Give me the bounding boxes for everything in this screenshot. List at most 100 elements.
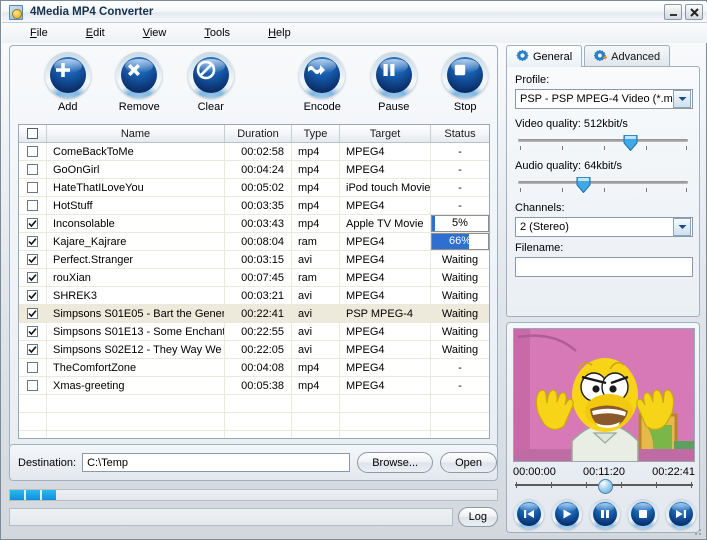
menu-item-view[interactable]: View (131, 25, 179, 41)
destination-input[interactable]: C:\Temp (82, 453, 351, 472)
row-checkbox-cell[interactable] (19, 178, 47, 197)
previous-button[interactable] (514, 499, 544, 529)
remove-button[interactable]: Remove (108, 52, 172, 113)
channels-chevron-down-icon[interactable] (673, 218, 691, 236)
row-checkbox[interactable] (27, 362, 38, 373)
row-checkbox[interactable] (27, 254, 38, 265)
filename-input[interactable] (515, 257, 693, 277)
table-row[interactable]: HotStuff 00:03:35 mp4 MPEG4 - (19, 196, 489, 215)
log-button[interactable]: Log (457, 507, 498, 527)
row-checkbox-cell[interactable] (19, 160, 47, 179)
table-row[interactable] (19, 430, 489, 438)
tab-advanced[interactable]: Advanced (584, 45, 671, 67)
table-row[interactable]: Simpsons S01E13 - Some Enchanted 00:22:55… (19, 322, 489, 341)
menu-file-mnemonic: F (30, 27, 37, 39)
row-checkbox-cell (19, 430, 47, 438)
row-checkbox-cell[interactable] (19, 232, 47, 251)
row-checkbox[interactable] (27, 182, 38, 193)
table-row[interactable]: Inconsolable 00:03:43 mp4 Apple TV Movie 5% (19, 214, 489, 233)
play-button[interactable] (552, 499, 582, 529)
table-row[interactable]: Kajare_Kajrare 00:08:04 ram MPEG4 66% (19, 232, 489, 251)
chevron-down-icon[interactable] (673, 90, 691, 108)
marquee-block (26, 490, 40, 500)
filename-label: Filename: (515, 242, 564, 254)
pause-player-button[interactable] (590, 499, 620, 529)
channels-select[interactable]: 2 (Stereo) (515, 217, 693, 237)
menu-help-rest: elp (276, 27, 291, 39)
column-header-type[interactable]: Type (292, 125, 340, 142)
row-checkbox[interactable] (27, 200, 38, 211)
audio-quality-knob[interactable] (576, 176, 591, 194)
seek-slider[interactable] (515, 479, 693, 495)
row-status-text: - (458, 361, 462, 374)
row-checkbox-cell[interactable] (19, 340, 47, 359)
menu-item-tools[interactable]: Tools (192, 25, 242, 41)
table-row[interactable]: rouXian 00:07:45 ram MPEG4 Waiting (19, 268, 489, 287)
add-button[interactable]: Add (36, 52, 100, 113)
table-row[interactable]: TheComfortZone 00:04:08 mp4 MPEG4 - (19, 358, 489, 377)
column-header-target[interactable]: Target (340, 125, 431, 142)
file-table: Name Duration Type Target Status ComeBac… (18, 124, 490, 439)
table-row[interactable]: SHREK3 00:03:21 avi MPEG4 Waiting (19, 286, 489, 305)
row-checkbox-cell[interactable] (19, 143, 47, 161)
table-row[interactable]: Xmas-greeting 00:05:38 mp4 MPEG4 - (19, 376, 489, 395)
profile-select[interactable]: PSP - PSP MPEG-4 Video (*.mp4) (515, 89, 693, 109)
menu-item-file[interactable]: File (18, 25, 60, 41)
row-checkbox[interactable] (27, 326, 38, 337)
stop-player-button[interactable] (628, 499, 658, 529)
row-checkbox-cell[interactable] (19, 268, 47, 287)
row-checkbox-cell[interactable] (19, 304, 47, 323)
plus-icon (45, 52, 81, 88)
row-checkbox-cell[interactable] (19, 286, 47, 305)
column-header-status[interactable]: Status (431, 125, 489, 142)
row-checkbox[interactable] (27, 308, 38, 319)
column-header-name[interactable]: Name (47, 125, 225, 142)
row-checkbox-cell[interactable] (19, 322, 47, 341)
table-row[interactable]: HateThatILoveYou 00:05:02 mp4 iPod touch Mo… (19, 178, 489, 197)
audio-quality-slider[interactable] (518, 176, 688, 194)
row-checkbox[interactable] (27, 218, 38, 229)
stop-button[interactable]: Stop (434, 52, 498, 113)
seek-knob[interactable] (598, 479, 613, 494)
row-status: - (431, 377, 489, 395)
row-checkbox[interactable] (27, 272, 38, 283)
clear-button[interactable]: Clear (179, 52, 243, 113)
row-checkbox[interactable] (27, 380, 38, 391)
table-row[interactable] (19, 412, 489, 431)
row-checkbox[interactable] (27, 164, 38, 175)
next-button[interactable] (666, 499, 696, 529)
row-checkbox-cell[interactable] (19, 358, 47, 377)
browse-button[interactable]: Browse... (357, 452, 434, 473)
menu-item-help[interactable]: Help (256, 25, 303, 41)
table-row[interactable]: Simpsons S02E12 - They Way We W 00:22:05 a… (19, 340, 489, 359)
table-row[interactable]: ComeBackToMe 00:02:58 mp4 MPEG4 - (19, 143, 489, 161)
menu-item-edit[interactable]: Edit (74, 25, 117, 41)
row-checkbox-cell[interactable] (19, 250, 47, 269)
minimize-button[interactable] (664, 4, 682, 20)
table-row[interactable]: Simpsons S01E05 - Bart the General 00:22:… (19, 304, 489, 323)
header-select-all[interactable] (19, 125, 47, 142)
select-all-checkbox[interactable] (27, 128, 38, 139)
row-checkbox[interactable] (27, 236, 38, 247)
row-checkbox[interactable] (27, 344, 38, 355)
video-quality-knob[interactable] (623, 134, 638, 152)
close-button[interactable] (685, 4, 703, 20)
encode-button[interactable]: Encode (291, 52, 355, 113)
pause-button[interactable]: Pause (362, 52, 426, 113)
open-button[interactable]: Open (440, 452, 497, 473)
table-row[interactable] (19, 394, 489, 413)
row-checkbox[interactable] (27, 146, 38, 157)
video-quality-slider[interactable] (518, 134, 688, 152)
profile-label: Profile: (515, 74, 550, 86)
row-target: Apple TV Movie (340, 214, 431, 233)
table-row[interactable]: GoOnGirl 00:04:24 mp4 MPEG4 - (19, 160, 489, 179)
video-preview-screen[interactable] (513, 328, 695, 462)
row-type: avi (292, 304, 340, 323)
row-checkbox-cell[interactable] (19, 376, 47, 395)
column-header-duration[interactable]: Duration (225, 125, 292, 142)
row-checkbox[interactable] (27, 290, 38, 301)
tab-general[interactable]: General (506, 45, 583, 67)
table-row[interactable]: Perfect.Stranger 00:03:15 avi MPEG4 Waiting (19, 250, 489, 269)
row-checkbox-cell[interactable] (19, 214, 47, 233)
row-checkbox-cell[interactable] (19, 196, 47, 215)
